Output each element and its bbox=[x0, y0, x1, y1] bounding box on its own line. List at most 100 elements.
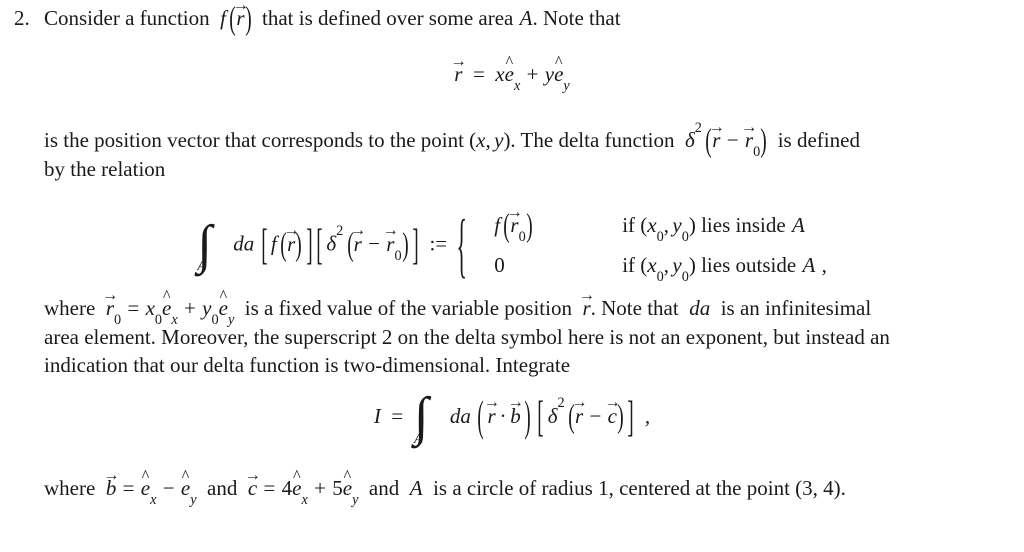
plus-sign: + bbox=[314, 476, 326, 500]
condition-prefix: if ( bbox=[622, 213, 648, 237]
paren-close: ) bbox=[295, 225, 303, 263]
area-element-da: da bbox=[233, 231, 255, 256]
paren-open: ( bbox=[705, 121, 712, 159]
equals-sign: = bbox=[472, 62, 485, 86]
paren-close: ) bbox=[524, 391, 531, 441]
paren-open: ( bbox=[477, 391, 484, 441]
symbol-I: I bbox=[373, 403, 381, 428]
unit-vector-ey: ^ e bbox=[554, 51, 564, 86]
piecewise-cases: { f(→ r0) if (x0, y0) lies inside A 0 if (x… bbox=[452, 201, 827, 286]
paren-open: ( bbox=[229, 0, 237, 37]
where-keyword: where bbox=[44, 296, 96, 320]
coefficient-x: x bbox=[495, 62, 505, 86]
equals-sign: = bbox=[391, 403, 404, 428]
vector-r-lhs: → r bbox=[450, 50, 467, 86]
coefficient-5: 5 bbox=[332, 476, 343, 500]
defined-as-operator: := bbox=[429, 231, 448, 256]
equals-sign: = bbox=[263, 476, 276, 500]
minus-sign: − bbox=[589, 403, 602, 428]
para-line-2-text: by the relation bbox=[44, 156, 166, 181]
subscript-zero: 0 bbox=[394, 247, 402, 264]
conjunction-and: and bbox=[207, 476, 238, 500]
area-symbol: A bbox=[791, 213, 805, 237]
comma: , bbox=[663, 213, 670, 237]
subscript-zero: 0 bbox=[211, 312, 219, 329]
function-symbol-f: f bbox=[220, 6, 226, 30]
bracket-close-2: ] bbox=[412, 219, 419, 269]
cases-brace: { bbox=[456, 203, 467, 285]
equals-sign: = bbox=[127, 296, 140, 320]
integral-glyph: ∫ bbox=[413, 386, 429, 447]
vector-r: → r bbox=[578, 284, 595, 320]
subscript-y: y bbox=[563, 78, 570, 95]
vector-r: → r bbox=[483, 392, 500, 428]
bracket-open: [ bbox=[537, 391, 545, 441]
paren-close: ) bbox=[401, 225, 409, 263]
coefficient-4: 4 bbox=[281, 476, 293, 500]
unit-vector-ex: ^ e bbox=[162, 285, 172, 320]
intro-text-tail: . Note that bbox=[532, 6, 621, 30]
variable-x0: x bbox=[647, 252, 657, 277]
condition-prefix: if ( bbox=[622, 252, 648, 277]
area-element-da: da bbox=[449, 403, 471, 428]
unit-vector-ey: ^ e bbox=[218, 285, 228, 320]
vector-r0: → r bbox=[102, 284, 118, 320]
paren-close: ) bbox=[244, 0, 252, 37]
vector-r: → r bbox=[571, 392, 587, 428]
cases-rows: f(→ r0) if (x0, y0) lies inside A 0 if (x0,… bbox=[476, 201, 827, 286]
delta-symbol: δ bbox=[326, 231, 337, 256]
vector-c: → c bbox=[604, 392, 621, 428]
problem-number: 2. bbox=[14, 6, 30, 30]
equation-delta-definition: ∫ Ada[f(→ r)][δ2(→ r − → r0)]:= { f(→ r0) if (x… bbox=[0, 201, 1024, 286]
intro-text-after: that is defined over some area bbox=[262, 6, 514, 30]
subscript-y: y bbox=[190, 492, 197, 509]
subscript-zero: 0 bbox=[681, 229, 689, 246]
final-text-tail: is a circle of radius 1, centered at the… bbox=[433, 476, 846, 500]
vector-r0: → r bbox=[506, 201, 523, 237]
function-symbol-f: f bbox=[494, 213, 501, 237]
problem-intro-line: 2. Consider a function f(→ r) that is define… bbox=[14, 0, 1010, 37]
delta-superscript: 2 bbox=[557, 395, 565, 412]
paren-open: ( bbox=[280, 225, 287, 263]
plus-sign: + bbox=[184, 296, 196, 320]
case-2-condition: if (x0, y0) lies outside A, bbox=[612, 246, 827, 286]
paragraph-where-r0: where → r0= x0 ^ ex+ y0 ^ eyis a fixed value of … bbox=[44, 284, 984, 380]
subscript-zero: 0 bbox=[656, 269, 664, 286]
where-line-3: indication that our delta function is tw… bbox=[44, 351, 984, 380]
vector-r: → r bbox=[349, 220, 366, 256]
variable-y0: y bbox=[672, 213, 682, 237]
comma: , bbox=[663, 252, 670, 277]
vector-r: → r bbox=[233, 0, 249, 29]
unit-vector-ex: ^ e bbox=[504, 51, 514, 86]
unit-vector-ey: ^ e bbox=[180, 465, 191, 500]
subscript-zero: 0 bbox=[681, 269, 689, 286]
subscript-zero: 0 bbox=[518, 229, 526, 246]
trailing-comma: , bbox=[821, 252, 827, 277]
equation-position-vector: → r = x ^ ex+ y ^ ey bbox=[0, 50, 1024, 94]
case-2-value: 0 bbox=[494, 252, 505, 277]
subscript-zero: 0 bbox=[154, 312, 163, 329]
delta-superscript: 2 bbox=[694, 119, 702, 136]
where-line-2-text: area element. Moreover, the superscript … bbox=[44, 324, 890, 349]
subscript-zero: 0 bbox=[753, 144, 761, 161]
document-page: 2. Consider a function f(→ r) that is define… bbox=[0, 0, 1024, 552]
case-1-condition: if (x0, y0) lies inside A bbox=[612, 206, 805, 246]
equation-integral-I: I = ∫ Ada(→ r · → b)[δ2(→ r − → c)], bbox=[0, 386, 1024, 447]
vector-c: → c bbox=[244, 464, 261, 500]
condition-text: ) lies outside bbox=[688, 252, 797, 277]
bracket-close: ] bbox=[627, 391, 635, 441]
vector-r0: → r bbox=[741, 116, 757, 152]
variable-y0: y bbox=[672, 252, 682, 277]
where-keyword: where bbox=[44, 476, 96, 500]
dot-product-operator: · bbox=[499, 403, 507, 428]
variable-x: x bbox=[476, 128, 486, 152]
subscript-y: y bbox=[352, 492, 359, 509]
case-1-value: f(→ r0) bbox=[476, 201, 612, 246]
paren-open: ( bbox=[346, 225, 354, 263]
unit-vector-ey: ^ e bbox=[342, 465, 353, 500]
para-text-a: is the position vector that corresponds … bbox=[44, 128, 477, 152]
bracket-open-2: [ bbox=[316, 219, 323, 269]
integral-symbol: ∫ A bbox=[197, 217, 212, 273]
area-symbol: A bbox=[409, 476, 423, 500]
area-element-da: da bbox=[689, 296, 711, 320]
